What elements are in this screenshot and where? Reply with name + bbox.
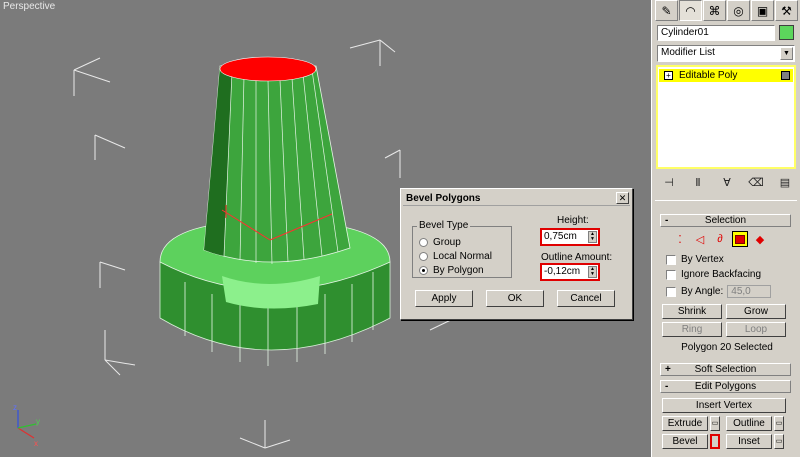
grow-button[interactable]: Grow <box>726 304 786 319</box>
ring-button[interactable]: Ring <box>662 322 722 337</box>
stack-item-editable-poly[interactable]: + Editable Poly <box>659 69 793 82</box>
stack-item-label: Editable Poly <box>679 70 738 81</box>
by-angle-spinner[interactable]: 45,0 <box>727 285 772 298</box>
ignore-backfacing-label: Ignore Backfacing <box>681 269 762 280</box>
ok-button[interactable]: OK <box>486 290 544 307</box>
selection-rollout-title: Selection <box>704 215 747 226</box>
radio-by-polygon[interactable]: By Polygon <box>419 264 484 277</box>
axis-tripod: z x y <box>13 403 40 448</box>
apply-button[interactable]: Apply <box>415 290 473 307</box>
selection-rollout-header[interactable]: - Selection <box>660 214 791 227</box>
radio-local-normal-button[interactable] <box>419 252 428 261</box>
object-color-swatch[interactable] <box>779 25 794 40</box>
soft-selection-title: Soft Selection <box>694 364 757 375</box>
by-vertex-label: By Vertex <box>681 254 724 265</box>
cancel-button[interactable]: Cancel <box>557 290 615 307</box>
outline-button[interactable]: Outline <box>726 416 772 431</box>
soft-selection-rollout-header[interactable]: + Soft Selection <box>660 363 791 376</box>
insert-vertex-button[interactable]: Insert Vertex <box>662 398 786 413</box>
by-vertex-row[interactable]: By Vertex <box>666 253 724 266</box>
extrude-button[interactable]: Extrude <box>662 416 708 431</box>
edit-polygons-rollout-header[interactable]: - Edit Polygons <box>660 380 791 393</box>
by-vertex-checkbox[interactable] <box>666 254 676 265</box>
radio-local-normal-label: Local Normal <box>433 251 492 262</box>
object-name-field[interactable]: Cylinder01 <box>657 25 775 41</box>
extrude-settings-icon[interactable]: ▭ <box>710 416 720 431</box>
ignore-backfacing-checkbox[interactable] <box>666 269 676 280</box>
bevel-button[interactable]: Bevel <box>662 434 708 449</box>
stack-tools: ⊣ Ⅱ ∀ ⌫ ▤ <box>660 176 794 192</box>
height-spinner[interactable]: 0,75cm ▲ ▼ <box>540 228 600 246</box>
hierarchy-tab-icon[interactable]: ⌘ <box>703 0 726 21</box>
spinner-arrows-icon[interactable]: ▲ ▼ <box>588 231 597 243</box>
edit-polygons-title: Edit Polygons <box>694 381 757 392</box>
expand-plus-icon[interactable]: + <box>664 71 673 80</box>
radio-local-normal[interactable]: Local Normal <box>419 250 492 263</box>
panel-divider <box>655 200 797 201</box>
remove-modifier-icon[interactable]: ⌫ <box>747 176 765 192</box>
height-label: Height: <box>557 215 589 226</box>
edge-level-icon[interactable]: ◁ <box>692 231 708 247</box>
configure-sets-icon[interactable]: ▤ <box>776 176 794 192</box>
ignore-backfacing-row[interactable]: Ignore Backfacing <box>666 268 761 281</box>
subobject-level-icons: ⁚ ◁ ∂ ◆ <box>672 230 772 248</box>
by-angle-label: By Angle: <box>681 286 724 297</box>
inset-settings-icon[interactable]: ▭ <box>774 434 784 449</box>
bevel-polygons-dialog: Bevel Polygons ✕ Bevel Type Group Local … <box>400 188 633 320</box>
expand-icon: + <box>665 364 671 375</box>
radio-group-label: Group <box>433 237 461 248</box>
by-angle-row[interactable]: By Angle: 45,0 <box>666 285 772 298</box>
radio-group-button[interactable] <box>419 238 428 247</box>
bevel-type-label: Bevel Type <box>417 220 471 231</box>
make-unique-icon[interactable]: ∀ <box>718 176 736 192</box>
svg-text:x: x <box>34 439 38 448</box>
spinner-arrows-icon[interactable]: ▲ ▼ <box>588 266 597 278</box>
bevel-settings-icon[interactable] <box>710 434 720 449</box>
display-tab-icon[interactable]: ▣ <box>751 0 774 21</box>
chevron-down-icon[interactable]: ▼ <box>780 47 793 60</box>
modifier-list-dropdown[interactable]: Modifier List ▼ <box>657 45 795 62</box>
selected-top-polygon <box>219 56 317 82</box>
inset-button[interactable]: Inset <box>726 434 772 449</box>
create-tab-icon[interactable]: ✎ <box>655 0 678 21</box>
shrink-button[interactable]: Shrink <box>662 304 722 319</box>
radio-group[interactable]: Group <box>419 236 461 249</box>
height-value[interactable]: 0,75cm <box>544 231 577 242</box>
command-panel-tabs: ✎ ◠ ⌘ ◎ ▣ ⚒ <box>655 0 800 21</box>
collapse-icon: - <box>665 215 669 226</box>
element-level-icon[interactable]: ◆ <box>752 231 768 247</box>
svg-text:z: z <box>13 403 17 412</box>
selection-status: Polygon 20 Selected <box>681 342 773 353</box>
close-icon[interactable]: ✕ <box>616 192 629 204</box>
motion-tab-icon[interactable]: ◎ <box>727 0 750 21</box>
radio-by-polygon-label: By Polygon <box>433 265 484 276</box>
collapse-icon: - <box>665 381 669 392</box>
stack-toggle-icon[interactable] <box>781 71 790 80</box>
modify-tab-icon[interactable]: ◠ <box>679 0 702 21</box>
outline-amount-label: Outline Amount: <box>541 252 613 263</box>
show-end-result-icon[interactable]: Ⅱ <box>689 176 707 192</box>
utilities-tab-icon[interactable]: ⚒ <box>775 0 798 21</box>
outline-amount-spinner[interactable]: -0,12cm ▲ ▼ <box>540 263 600 281</box>
modifier-list-label: Modifier List <box>661 47 715 58</box>
pin-stack-icon[interactable]: ⊣ <box>660 176 678 192</box>
dialog-title: Bevel Polygons <box>403 191 630 206</box>
svg-text:y: y <box>36 417 40 426</box>
by-angle-checkbox[interactable] <box>666 286 676 297</box>
vertex-level-icon[interactable]: ⁚ <box>672 231 688 247</box>
modifier-stack[interactable]: + Editable Poly <box>656 65 796 169</box>
loop-button[interactable]: Loop <box>726 322 786 337</box>
radio-by-polygon-button[interactable] <box>419 266 428 275</box>
border-level-icon[interactable]: ∂ <box>712 231 728 247</box>
outline-amount-value[interactable]: -0,12cm <box>544 266 580 277</box>
outline-settings-icon[interactable]: ▭ <box>774 416 784 431</box>
polygon-level-icon[interactable] <box>732 231 748 247</box>
